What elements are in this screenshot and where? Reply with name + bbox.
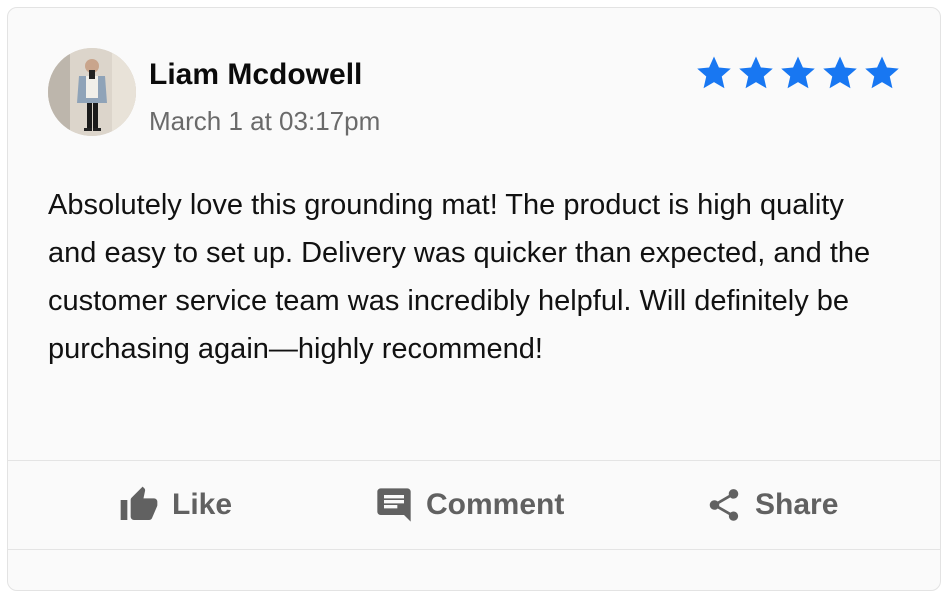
star-icon xyxy=(697,56,731,89)
star-rating xyxy=(695,54,901,92)
star-icon xyxy=(823,56,857,89)
author-name[interactable]: Liam Mcdowell xyxy=(149,58,362,92)
review-header: Liam Mcdowell March 1 at 03:17pm xyxy=(48,48,900,138)
share-label: Share xyxy=(755,488,839,521)
review-text: Absolutely love this grounding mat! The … xyxy=(48,189,871,365)
comment-icon xyxy=(374,485,414,525)
avatar[interactable] xyxy=(48,48,136,136)
like-button[interactable]: Like xyxy=(118,461,232,549)
star-icon xyxy=(739,56,773,89)
star-icon xyxy=(865,56,899,89)
star-icon xyxy=(781,56,815,89)
comment-button[interactable]: Comment xyxy=(374,461,564,549)
thumbs-up-icon xyxy=(118,485,160,525)
share-icon xyxy=(705,486,743,524)
action-bar: Like Comment Share xyxy=(8,460,940,550)
review-date: March 1 at 03:17pm xyxy=(149,106,381,136)
comment-label: Comment xyxy=(426,488,565,521)
like-label: Like xyxy=(172,488,233,521)
share-button[interactable]: Share xyxy=(705,461,838,549)
review-card: Liam Mcdowell March 1 at 03:17pm Absolut… xyxy=(7,7,941,591)
